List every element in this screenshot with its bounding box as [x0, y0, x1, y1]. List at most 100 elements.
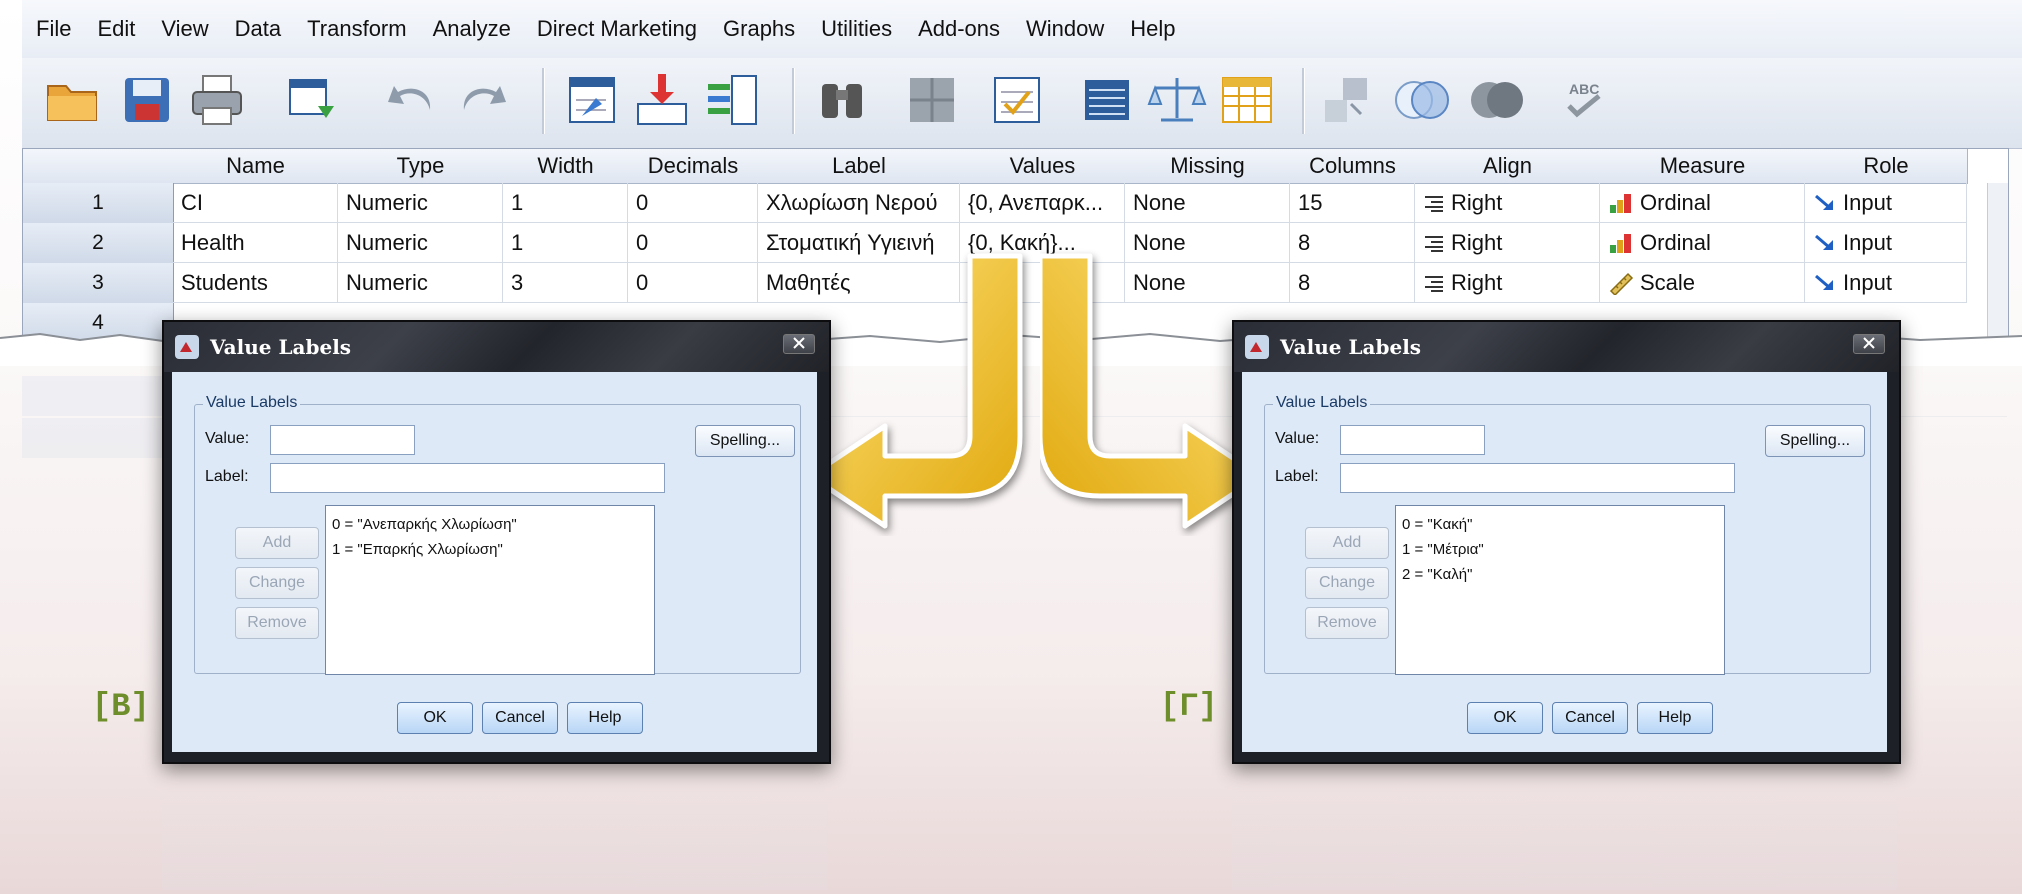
remove-button[interactable]: Remove	[1305, 607, 1389, 639]
menu-edit[interactable]: Edit	[84, 16, 148, 42]
value-input[interactable]	[270, 425, 415, 455]
spelling-icon[interactable]: ABC	[1557, 70, 1617, 130]
venn-icon[interactable]	[1392, 70, 1452, 130]
menu-utilities[interactable]: Utilities	[808, 16, 905, 42]
cell-width[interactable]: 1	[503, 223, 628, 263]
menu-add-ons[interactable]: Add-ons	[905, 16, 1013, 42]
cell-role[interactable]: Input	[1805, 223, 1967, 263]
cell-decimals[interactable]: 0	[628, 263, 758, 303]
column-header-role[interactable]: Role	[1805, 149, 1968, 184]
cell-width[interactable]: 3	[503, 263, 628, 303]
menu-window[interactable]: Window	[1013, 16, 1117, 42]
value-labels-list[interactable]: 0 = "Κακή" 1 = "Μέτρια" 2 = "Καλή"	[1395, 505, 1725, 675]
column-header-name[interactable]: Name	[173, 149, 339, 184]
menu-file[interactable]: File	[22, 16, 84, 42]
row-header[interactable]: 2	[23, 223, 174, 264]
select-cases-icon[interactable]	[987, 70, 1047, 130]
cell-label[interactable]: Χλωρίωση Νερού	[758, 183, 960, 223]
save-icon[interactable]	[117, 70, 177, 130]
cancel-button[interactable]: Cancel	[1552, 702, 1628, 734]
close-button[interactable]	[783, 334, 815, 354]
cell-columns[interactable]: 15	[1290, 183, 1415, 223]
column-header-values[interactable]: Values	[960, 149, 1126, 184]
print-icon[interactable]	[187, 70, 247, 130]
remove-button[interactable]: Remove	[235, 607, 319, 639]
cell-decimals[interactable]: 0	[628, 183, 758, 223]
cell-missing[interactable]: None	[1125, 183, 1290, 223]
add-button[interactable]: Add	[235, 527, 319, 559]
list-item[interactable]: 0 = "Κακή"	[1402, 512, 1718, 537]
undo-icon[interactable]	[382, 70, 442, 130]
spelling-button[interactable]: Spelling...	[1765, 425, 1865, 457]
goto-case-icon[interactable]	[562, 70, 622, 130]
cell-type[interactable]: Numeric	[338, 223, 503, 263]
open-folder-icon[interactable]	[42, 70, 102, 130]
column-header-decimals[interactable]: Decimals	[628, 149, 759, 184]
cell-align[interactable]: Right	[1415, 223, 1600, 263]
add-button[interactable]: Add	[1305, 527, 1389, 559]
column-header-label[interactable]: Label	[758, 149, 961, 184]
cell-role[interactable]: Input	[1805, 263, 1967, 303]
dialog-title-bar[interactable]: Value Labels	[1234, 322, 1899, 372]
value-labels-icon[interactable]	[1077, 70, 1137, 130]
show-all-icon[interactable]	[1317, 70, 1377, 130]
cell-align[interactable]: Right	[1415, 183, 1600, 223]
column-header-columns[interactable]: Columns	[1290, 149, 1416, 184]
close-button[interactable]	[1853, 334, 1885, 354]
cell-measure[interactable]: Ordinal	[1600, 183, 1805, 223]
change-button[interactable]: Change	[235, 567, 319, 599]
cell-type[interactable]: Numeric	[338, 263, 503, 303]
menu-analyze[interactable]: Analyze	[420, 16, 524, 42]
list-item[interactable]: 1 = "Επαρκής Χλωρίωση"	[332, 537, 648, 562]
cell-name[interactable]: Students	[173, 263, 338, 303]
help-button[interactable]: Help	[1637, 702, 1713, 734]
cell-align[interactable]: Right	[1415, 263, 1600, 303]
vertical-scrollbar[interactable]	[1987, 183, 2008, 347]
insert-variable-icon[interactable]	[632, 70, 692, 130]
menu-transform[interactable]: Transform	[294, 16, 419, 42]
column-header-width[interactable]: Width	[503, 149, 629, 184]
value-labels-list[interactable]: 0 = "Ανεπαρκής Χλωρίωση" 1 = "Επαρκής Χλ…	[325, 505, 655, 675]
dialog-recall-icon[interactable]	[282, 70, 342, 130]
menu-direct-marketing[interactable]: Direct Marketing	[524, 16, 710, 42]
menu-help[interactable]: Help	[1117, 16, 1188, 42]
cell-name[interactable]: Health	[173, 223, 338, 263]
change-button[interactable]: Change	[1305, 567, 1389, 599]
weight-icon[interactable]	[1147, 70, 1207, 130]
cell-type[interactable]: Numeric	[338, 183, 503, 223]
find-icon[interactable]	[812, 70, 872, 130]
menu-data[interactable]: Data	[222, 16, 294, 42]
cell-role[interactable]: Input	[1805, 183, 1967, 223]
spelling-button[interactable]: Spelling...	[695, 425, 795, 457]
cell-measure[interactable]: Scale	[1600, 263, 1805, 303]
menu-graphs[interactable]: Graphs	[710, 16, 808, 42]
menu-view[interactable]: View	[148, 16, 221, 42]
row-header[interactable]: 1	[23, 183, 174, 224]
column-header-missing[interactable]: Missing	[1125, 149, 1291, 184]
ok-button[interactable]: OK	[1467, 702, 1543, 734]
cell-measure[interactable]: Ordinal	[1600, 223, 1805, 263]
split-file-icon[interactable]	[902, 70, 962, 130]
column-header-type[interactable]: Type	[338, 149, 504, 184]
row-header[interactable]: 3	[23, 263, 174, 304]
cell-values[interactable]: {0, Ανεπαρκ...	[960, 183, 1125, 223]
cell-name[interactable]: CI	[173, 183, 338, 223]
help-button[interactable]: Help	[567, 702, 643, 734]
cell-decimals[interactable]: 0	[628, 223, 758, 263]
list-item[interactable]: 2 = "Καλή"	[1402, 562, 1718, 587]
label-input[interactable]	[1340, 463, 1735, 493]
ok-button[interactable]: OK	[397, 702, 473, 734]
use-sets-icon[interactable]	[1217, 70, 1277, 130]
cell-width[interactable]: 1	[503, 183, 628, 223]
variables-icon[interactable]	[702, 70, 762, 130]
cancel-button[interactable]: Cancel	[482, 702, 558, 734]
value-input[interactable]	[1340, 425, 1485, 455]
column-header-align[interactable]: Align	[1415, 149, 1601, 184]
dialog-title-bar[interactable]: Value Labels	[164, 322, 829, 372]
label-input[interactable]	[270, 463, 665, 493]
redo-icon[interactable]	[452, 70, 512, 130]
list-item[interactable]: 0 = "Ανεπαρκής Χλωρίωση"	[332, 512, 648, 537]
list-item[interactable]: 1 = "Μέτρια"	[1402, 537, 1718, 562]
column-header-measure[interactable]: Measure	[1600, 149, 1806, 184]
circles-icon[interactable]	[1467, 70, 1527, 130]
